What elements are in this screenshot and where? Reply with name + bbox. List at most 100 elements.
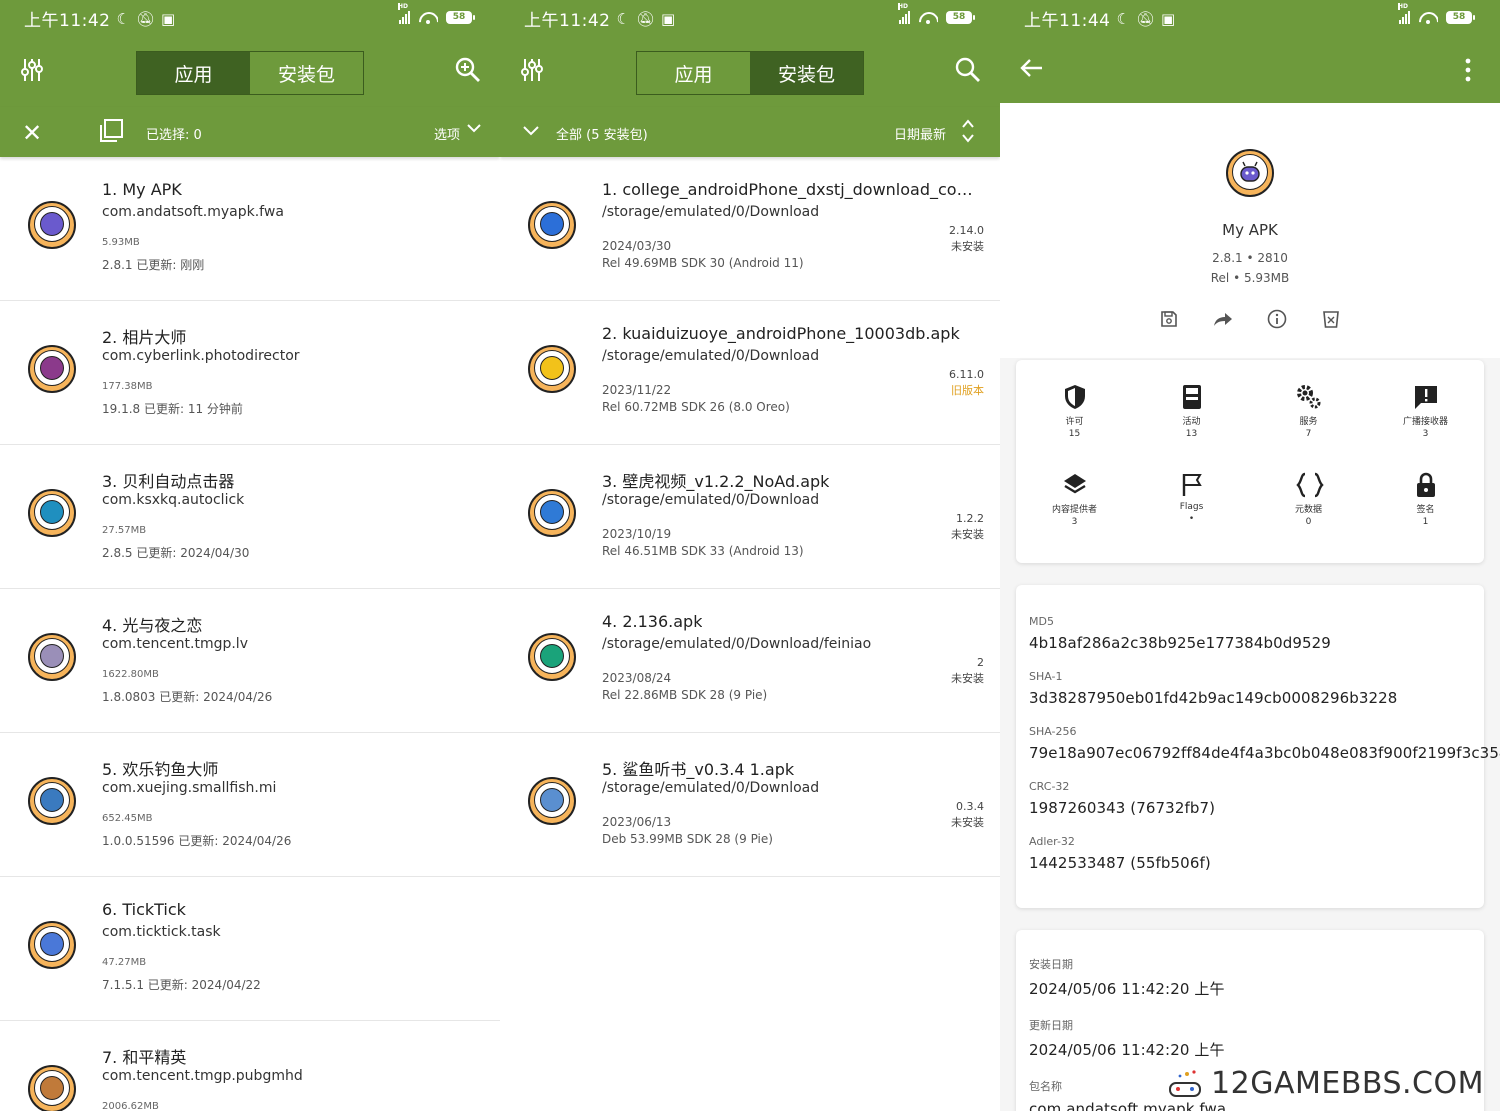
apps-apk-toggle: 应用 安装包 xyxy=(136,51,364,95)
share-icon[interactable] xyxy=(1213,309,1233,334)
status-bar: 上午11:44 ☾ 🔕︎ ▣ HD 58 xyxy=(1000,0,1500,37)
uninstall-icon[interactable] xyxy=(1321,309,1341,334)
component-tile[interactable]: 服务 7 xyxy=(1250,378,1367,466)
app-meta: 1.8.0803 已更新: 2024/04/26 xyxy=(102,690,273,704)
tab-apk[interactable]: 安装包 xyxy=(750,52,863,94)
package-name: com.ksxkq.autoclick xyxy=(102,492,245,508)
list-item[interactable]: 4. 2.136.apk/storage/emulated/0/Download… xyxy=(500,589,1000,733)
mute-icon: 🔕︎ xyxy=(1135,9,1155,28)
apk-panel: 上午11:42 ☾ 🔕︎ ▣ HD 58 应用 安装包 全部 (5 安装包) 日期最… xyxy=(500,0,1000,1111)
detail-value[interactable]: 2024/05/06 11:42:20 上午 xyxy=(1029,978,1471,999)
list-item[interactable]: 5. 鲨鱼听书_v0.3.4 1.apk/storage/emulated/0/… xyxy=(500,733,1000,877)
options-menu[interactable]: 选项 xyxy=(434,124,460,143)
component-tile[interactable]: 活动 13 xyxy=(1133,378,1250,466)
list-item[interactable]: 6. TickTick com.ticktick.task 47.27MB 7.1.5… xyxy=(0,877,500,1021)
package-name: com.xuejing.smallfish.mi xyxy=(102,780,277,796)
filter-sliders-icon[interactable] xyxy=(20,57,44,90)
apk-date: 2023/10/19 xyxy=(602,527,672,541)
hash-value[interactable]: 3d38287950eb01fd42b9ac149cb0008296b3228 xyxy=(1029,689,1471,707)
layers-icon xyxy=(1062,472,1088,498)
more-vert-icon[interactable] xyxy=(1462,57,1474,90)
detail-toolbar xyxy=(1000,37,1500,103)
app-title: 6. TickTick xyxy=(102,900,186,919)
close-icon[interactable]: ✕ xyxy=(22,119,42,147)
package-name: com.andatsoft.myapk.fwa xyxy=(102,204,284,220)
select-all-icon[interactable] xyxy=(98,118,124,148)
app-header: My APK 2.8.1 • 2810 Rel • 5.93MB xyxy=(1000,103,1500,358)
save-icon[interactable] xyxy=(1159,309,1179,334)
component-tile[interactable]: 签名 1 xyxy=(1367,466,1484,554)
selected-count: 已选择: 0 xyxy=(146,128,202,143)
apk-date: 2024/03/30 xyxy=(602,239,672,253)
list-item[interactable]: 7. 和平精英 com.tencent.tmgp.pubgmhd 2006.62MB xyxy=(0,1021,500,1111)
component-tile[interactable]: 元数据 0 xyxy=(1250,466,1367,554)
sort-label[interactable]: 日期最新 xyxy=(894,124,946,143)
toolbar: 应用 安装包 xyxy=(500,37,1000,107)
detail-value[interactable]: com.andatsoft.myapk.fwa xyxy=(1029,1100,1471,1111)
activity-icon xyxy=(1179,384,1205,410)
app-title: 2. 相片大师 xyxy=(102,328,187,347)
list-item[interactable]: 5. 欢乐钓鱼大师 com.xuejing.smallfish.mi 652.45M… xyxy=(0,733,500,877)
hash-value[interactable]: 1442533487 (55fb506f) xyxy=(1029,854,1471,872)
app-icon xyxy=(1226,149,1274,197)
signal-icon: HD xyxy=(898,3,910,24)
component-tile[interactable]: 许可 15 xyxy=(1016,378,1133,466)
list-item[interactable]: 3. 贝利自动点击器 com.ksxkq.autoclick 27.57MB 2.8.… xyxy=(0,445,500,589)
list-item[interactable]: 4. 光与夜之恋 com.tencent.tmgp.lv 1622.80MB 1.8.… xyxy=(0,589,500,733)
list-item[interactable]: 2. 相片大师 com.cyberlink.photodirector 177.38… xyxy=(0,301,500,445)
filter-label[interactable]: 全部 (5 安装包) xyxy=(556,124,648,143)
tab-apps[interactable]: 应用 xyxy=(637,52,750,94)
chevron-down-icon[interactable] xyxy=(466,119,482,141)
hash-label: CRC-32 xyxy=(1029,780,1070,793)
apk-path: /storage/emulated/0/Download xyxy=(602,348,820,364)
tab-apps[interactable]: 应用 xyxy=(137,52,250,94)
build-size-line: Rel • 5.93MB xyxy=(1210,271,1290,285)
apk-meta: Rel 46.51MB SDK 33 (Android 13) xyxy=(602,544,804,558)
app-meta: 2.8.1 已更新: 刚刚 xyxy=(102,258,205,272)
list-item[interactable]: 2. kuaiduizuoye_androidPhone_10003db.apk… xyxy=(500,301,1000,445)
apk-date: 2023/06/13 xyxy=(602,815,672,829)
install-state: 未安装 xyxy=(951,672,984,685)
detail-label: 更新日期 xyxy=(1029,1019,1073,1032)
status-bar: 上午11:42 ☾ 🔕︎ ▣ HD 58 xyxy=(500,0,1000,37)
app-icon xyxy=(528,633,576,681)
apk-version-state: 1.2.2 未安装 xyxy=(951,511,984,543)
component-count: 7 xyxy=(1305,429,1312,439)
app-meta: 7.1.5.1 已更新: 2024/04/22 xyxy=(102,978,261,992)
app-detail-panel: 上午11:44 ☾ 🔕︎ ▣ HD 58 My APK 2.8.1 • 2810 R… xyxy=(1000,0,1500,1111)
hash-value[interactable]: 1987260343 (76732fb7) xyxy=(1029,799,1471,817)
component-label: 元数据 xyxy=(1294,505,1322,515)
app-name: My APK xyxy=(1222,221,1278,239)
list-item[interactable]: 3. 壁虎视频_v1.2.2_NoAd.apk/storage/emulated… xyxy=(500,445,1000,589)
filter-sliders-icon[interactable] xyxy=(520,57,544,90)
component-label: 活动 xyxy=(1182,417,1201,427)
apk-version: 2 xyxy=(977,656,984,669)
component-tile[interactable]: 内容提供者 3 xyxy=(1016,466,1133,554)
filter-bar: 全部 (5 安装包) 日期最新 xyxy=(500,107,1000,157)
detail-value[interactable]: 2024/05/06 11:42:20 上午 xyxy=(1029,1039,1471,1060)
search-icon[interactable] xyxy=(455,57,481,90)
app-title: 3. 贝利自动点击器 xyxy=(102,472,235,491)
sort-toggle-icon[interactable] xyxy=(960,117,976,149)
component-tile[interactable]: Flags • xyxy=(1133,466,1250,554)
back-arrow-icon[interactable] xyxy=(1018,55,1044,88)
hash-value[interactable]: 4b18af286a2c38b925e177384b0d9529 xyxy=(1029,634,1471,652)
hash-value[interactable]: 79e18a907ec06792ff84de4f4a3bc0b048e083f9… xyxy=(1029,744,1500,762)
detail-label: 安装日期 xyxy=(1029,958,1073,971)
apk-version-state: 2.14.0 未安装 xyxy=(949,223,984,255)
search-icon[interactable] xyxy=(955,57,981,90)
wifi-icon xyxy=(418,10,438,24)
gears-icon xyxy=(1296,384,1322,410)
component-label: 许可 xyxy=(1065,417,1084,427)
component-label: 广播接收器 xyxy=(1402,417,1448,427)
chevron-down-icon[interactable] xyxy=(522,121,540,143)
app-icon xyxy=(28,633,76,681)
nfc-icon: ▣ xyxy=(161,9,176,28)
list-item[interactable]: 1. My APK com.andatsoft.myapk.fwa 5.93MB 2.… xyxy=(0,157,500,301)
apk-title: 1. college_androidPhone_dxstj_download_c… xyxy=(602,180,988,199)
list-item[interactable]: 1. college_androidPhone_dxstj_download_c… xyxy=(500,157,1000,301)
tab-apk[interactable]: 安装包 xyxy=(250,52,363,94)
component-tile[interactable]: 广播接收器 3 xyxy=(1367,378,1484,466)
info-icon[interactable] xyxy=(1267,309,1287,334)
apk-version: 1.2.2 xyxy=(956,512,984,525)
